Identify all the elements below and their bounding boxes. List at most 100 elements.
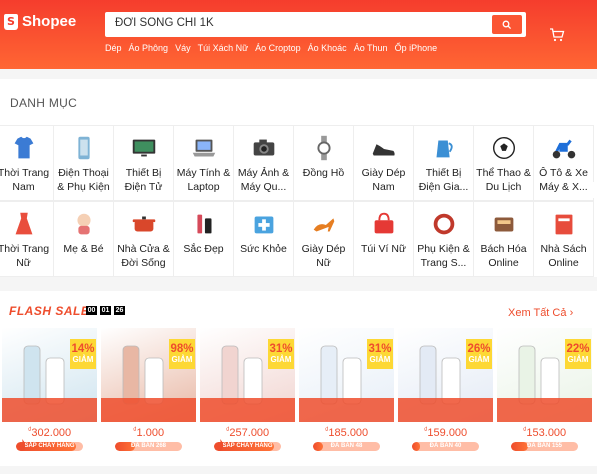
see-all-link[interactable]: Xem Tất Cả › (508, 307, 573, 319)
discount-label: GIẢM (72, 355, 94, 364)
shopee-logo[interactable]: S Shopee (4, 13, 76, 30)
flash-sale-product[interactable]: 31% GIẢM ₫185.000 ĐÃ BÁN 48 (297, 328, 396, 464)
category-item[interactable]: Máy Tính & Laptop (174, 125, 234, 201)
category-item[interactable]: Thời Trang Nữ (0, 201, 54, 277)
category-item[interactable]: Phụ Kiện & Trang S... (414, 201, 474, 277)
cosmetics-icon (188, 208, 220, 240)
discount-label: GIẢM (567, 355, 589, 364)
product-price: ₫302.000 (0, 427, 99, 439)
scroll-next-button[interactable] (589, 182, 597, 198)
keyword-link[interactable]: Ốp iPhone (395, 43, 438, 53)
cart-icon[interactable] (549, 28, 565, 42)
search-input[interactable] (115, 17, 475, 29)
category-label: Thiết Bị Điện Tử (124, 167, 163, 193)
discount-badge: 31% GIẢM (367, 339, 393, 369)
shirt-icon (8, 132, 40, 164)
category-grid: Thời Trang Nam Điện Thoại & Phụ Kiện Thiết… (0, 125, 594, 277)
kettle-icon (428, 132, 460, 164)
category-label: Sắc Đẹp (183, 243, 224, 255)
category-label: Giày Dép Nam (361, 167, 406, 193)
price-value: 159.000 (427, 427, 468, 439)
category-item[interactable]: Giày Dép Nữ (294, 201, 354, 277)
flash-sale-title: FLASH SALE (9, 304, 90, 318)
category-label: Nhà Sách Online (540, 243, 587, 269)
shopping-bag-icon: S (4, 13, 18, 30)
category-item[interactable]: Máy Ảnh & Máy Qu... (234, 125, 294, 201)
category-item[interactable]: Bách Hóa Online (474, 201, 534, 277)
keyword-link[interactable]: Dép (105, 43, 122, 53)
book-icon (548, 208, 580, 240)
category-label: Thể Thao & Du Lịch (476, 167, 531, 193)
category-label: Bách Hóa Online (480, 243, 527, 269)
flash-sale-product[interactable]: 14% GIẢM ₫302.000 SẮP CHÁY HÀNG (0, 328, 99, 464)
ball-icon (488, 132, 520, 164)
flash-sale-section: FLASH SALE 00 01 26 Xem Tất Cả › 14% GIẢM… (0, 291, 597, 466)
flash-sale-product[interactable]: 31% GIẢM ₫257.000 SẮP CHÁY HÀNG (198, 328, 297, 464)
camera-icon (248, 132, 280, 164)
category-item[interactable]: Thời Trang Nam (0, 125, 54, 201)
search-bar (105, 12, 526, 37)
see-all-label: Xem Tất Cả (508, 307, 567, 319)
discount-badge: 14% GIẢM (70, 339, 96, 369)
sold-progress-bar: ĐÃ BÁN 155 (511, 442, 578, 451)
logo-glyph: S (7, 14, 15, 28)
search-icon (502, 20, 512, 29)
discount-percent: 14% (71, 343, 95, 355)
discount-badge: 98% GIẢM (169, 339, 195, 369)
category-label: Giày Dép Nữ (301, 243, 346, 269)
category-item[interactable]: Thể Thao & Du Lịch (474, 125, 534, 201)
dress-icon (8, 208, 40, 240)
keyword-link[interactable]: Áo Thun (354, 43, 388, 53)
category-item[interactable]: Đồng Hồ (294, 125, 354, 201)
category-label: Ô Tô & Xe Máy & X... (539, 167, 588, 193)
heel-icon (308, 208, 340, 240)
sold-progress-bar: ĐÃ BÁN 48 (313, 442, 380, 451)
product-price: ₫1.000 (99, 427, 198, 439)
category-item[interactable]: Thiết Bị Điện Gia... (414, 125, 474, 201)
discount-percent: 26% (467, 343, 491, 355)
category-item[interactable]: Thiết Bị Điện Tử (114, 125, 174, 201)
grocery-icon (488, 208, 520, 240)
category-title: DANH MỤC (10, 96, 78, 110)
product-price: ₫159.000 (396, 427, 495, 439)
discount-percent: 98% (170, 343, 194, 355)
category-label: Thời Trang Nữ (0, 243, 50, 269)
category-item[interactable]: Sắc Đẹp (174, 201, 234, 277)
sold-label: ĐÃ BÁN 268 (130, 443, 166, 449)
search-button[interactable] (492, 15, 522, 34)
keyword-link[interactable]: Váy (175, 43, 191, 53)
keyword-link[interactable]: Áo Phông (129, 43, 169, 53)
category-label: Thiết Bị Điện Gia... (418, 167, 469, 193)
baby-icon (68, 208, 100, 240)
category-label: Thời Trang Nam (0, 167, 50, 193)
keyword-link[interactable]: Áo Khoác (308, 43, 347, 53)
category-item[interactable]: Túi Ví Nữ (354, 201, 414, 277)
product-price: ₫185.000 (297, 427, 396, 439)
timer-seconds: 26 (114, 306, 125, 315)
fire-icon (18, 439, 26, 451)
category-item[interactable]: Điện Thoại & Phụ Kiện (54, 125, 114, 201)
discount-percent: 31% (368, 343, 392, 355)
sold-label: ĐÃ BÁN 40 (429, 443, 462, 449)
flash-sale-product[interactable]: 26% GIẢM ₫159.000 ĐÃ BÁN 40 (396, 328, 495, 464)
category-item[interactable]: Sức Khỏe (234, 201, 294, 277)
category-item[interactable]: Nhà Cửa & Đời Sống (114, 201, 174, 277)
timer-minutes: 01 (100, 306, 111, 315)
bracelet-icon (428, 208, 460, 240)
keyword-link[interactable]: Áo Croptop (255, 43, 301, 53)
flash-sale-product[interactable]: 22% GIẢM ₫153.000 ĐÃ BÁN 155 (495, 328, 594, 464)
category-item[interactable]: Giày Dép Nam (354, 125, 414, 201)
discount-label: GIẢM (171, 355, 193, 364)
category-section: DANH MỤC Thời Trang Nam Điện Thoại & Phụ … (0, 79, 597, 277)
category-item[interactable]: Mẹ & Bé (54, 201, 114, 277)
flash-sale-product[interactable]: 98% GIẢM ₫1.000 ĐÃ BÁN 268 (99, 328, 198, 464)
category-label: Điện Thoại & Phụ Kiện (57, 167, 110, 193)
keyword-link[interactable]: Túi Xách Nữ (198, 43, 249, 53)
countdown-timer: 00 01 26 (86, 306, 125, 315)
scooter-icon (548, 132, 580, 164)
chevron-right-icon: › (569, 307, 574, 319)
category-item[interactable]: Ô Tô & Xe Máy & X... (534, 125, 594, 201)
category-item[interactable]: Nhà Sách Online (534, 201, 594, 277)
price-value: 185.000 (328, 427, 369, 439)
health-icon (248, 208, 280, 240)
